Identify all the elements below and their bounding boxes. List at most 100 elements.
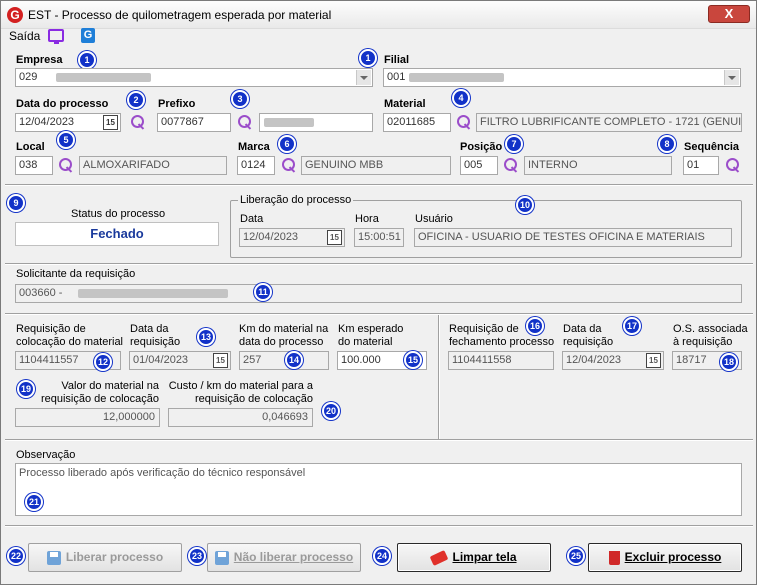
close-button[interactable]: X: [708, 5, 750, 23]
os-label-1: O.S. associada: [673, 323, 748, 335]
data-processo-field[interactable]: 12/04/2023 15: [15, 113, 121, 132]
liberacao-hora-label: Hora: [355, 213, 379, 225]
search-icon[interactable]: [725, 157, 741, 173]
data-req-field: 01/04/2023 15: [129, 351, 231, 370]
calendar-icon[interactable]: 15: [103, 115, 118, 130]
badge-16: 16: [526, 317, 544, 335]
observacao-label: Observação: [16, 449, 76, 461]
divider: [5, 313, 753, 315]
os-label-2: à requisição: [673, 336, 733, 348]
search-icon[interactable]: [237, 114, 253, 130]
km-material-label-1: Km do material na: [239, 323, 329, 335]
liberacao-data-label: Data: [240, 213, 264, 225]
divider: [5, 263, 753, 265]
km-esperado-label-2: do material: [338, 336, 393, 348]
filial-select[interactable]: 001: [383, 68, 741, 87]
excluir-button[interactable]: Excluir processo: [588, 543, 742, 572]
badge-14: 14: [285, 351, 303, 369]
req-fechamento-field: 1104411558: [448, 351, 554, 370]
badge-10: 10: [516, 196, 534, 214]
local-desc-field: ALMOXARIFADO: [79, 156, 227, 175]
badge-24: 24: [373, 547, 391, 565]
calendar-icon: 15: [213, 353, 228, 368]
badge-21: 21: [25, 493, 43, 511]
chevron-down-icon[interactable]: [356, 70, 371, 85]
liberacao-hora-field: 15:00:51: [354, 228, 404, 247]
local-code-field[interactable]: 038: [15, 156, 53, 175]
search-icon[interactable]: [130, 114, 146, 130]
badge-13: 13: [197, 328, 215, 346]
material-desc-field: FILTRO LUBRIFICANTE COMPLETO - 1721 (GEN…: [476, 113, 742, 132]
badge-8: 8: [658, 135, 676, 153]
badge-1b: 1: [359, 49, 377, 67]
prefixo-label: Prefixo: [158, 98, 196, 110]
badge-9: 9: [7, 194, 25, 212]
material-code-field[interactable]: 02011685: [383, 113, 451, 132]
badge-4: 4: [452, 89, 470, 107]
material-label: Material: [384, 98, 426, 110]
sequencia-field[interactable]: 01: [683, 156, 719, 175]
empresa-select[interactable]: 029: [15, 68, 373, 87]
data-req2-field: 12/04/2023 15: [562, 351, 664, 370]
local-label: Local: [16, 141, 45, 153]
search-icon[interactable]: [58, 157, 74, 173]
data-req-label-2: requisição: [130, 336, 181, 348]
marca-label: Marca: [238, 141, 270, 153]
solicitante-label: Solicitante da requisição: [16, 268, 136, 280]
eraser-icon: [430, 549, 449, 566]
divider: [5, 439, 753, 441]
search-icon[interactable]: [281, 157, 297, 173]
valor-field: 12,000000: [15, 408, 160, 427]
divider: [5, 525, 753, 527]
badge-20: 20: [322, 402, 340, 420]
posicao-label: Posição: [460, 141, 503, 153]
data-req2-label-2: requisição: [563, 336, 614, 348]
title-bar: G EST - Processo de quilometragem espera…: [1, 1, 756, 29]
km-material-label-2: data do processo: [239, 336, 324, 348]
calendar-icon: 15: [646, 353, 661, 368]
badge-22: 22: [7, 547, 25, 565]
status-label: Status do processo: [71, 208, 166, 220]
nao-liberar-button[interactable]: Não liberar processo: [207, 543, 361, 572]
limpar-button[interactable]: Limpar tela: [397, 543, 551, 572]
save-icon: [46, 550, 61, 565]
prefixo-desc-field: [259, 113, 373, 132]
monitor-icon[interactable]: [48, 29, 64, 44]
badge-5: 5: [57, 131, 75, 149]
posicao-code-field[interactable]: 005: [460, 156, 498, 175]
search-icon[interactable]: [503, 157, 519, 173]
trash-icon: [608, 550, 620, 565]
status-value: Fechado: [15, 222, 219, 246]
chevron-down-icon[interactable]: [724, 70, 739, 85]
liberar-button[interactable]: Liberar processo: [28, 543, 182, 572]
valor-label-2: requisição de colocação: [40, 393, 159, 405]
filial-label: Filial: [384, 54, 410, 66]
liberacao-legend: Liberação do processo: [238, 194, 354, 206]
badge-2: 2: [127, 91, 145, 109]
req-fechamento-label-1: Requisição de: [449, 323, 519, 335]
divider: [5, 184, 753, 186]
valor-label-1: Valor do material na: [61, 380, 159, 392]
exit-menu[interactable]: Saída: [9, 29, 40, 43]
sequencia-label: Sequência: [684, 141, 740, 153]
prefixo-field[interactable]: 0077867: [157, 113, 231, 132]
data-processo-label: Data do processo: [16, 98, 109, 110]
observacao-textarea[interactable]: Processo liberado após verificação do té…: [15, 463, 742, 516]
badge-18: 18: [720, 353, 738, 371]
badge-17: 17: [623, 317, 641, 335]
marca-code-field[interactable]: 0124: [237, 156, 275, 175]
app-g-icon[interactable]: G: [81, 28, 95, 43]
search-icon[interactable]: [456, 114, 472, 130]
main-window: G EST - Processo de quilometragem espera…: [0, 0, 757, 585]
km-esperado-label-1: Km esperado: [338, 323, 404, 335]
liberacao-usuario-label: Usuário: [415, 213, 453, 225]
save-icon: [214, 550, 229, 565]
marca-desc-field: GENUINO MBB: [301, 156, 451, 175]
toolbar: Saída G: [1, 28, 756, 45]
badge-23: 23: [188, 547, 206, 565]
req-fechamento-label-2: fechamento processo: [449, 336, 555, 348]
empresa-label: Empresa: [16, 54, 63, 66]
badge-11: 11: [254, 283, 272, 301]
calendar-icon: 15: [327, 230, 342, 245]
solicitante-field: 003660 -: [15, 284, 742, 303]
